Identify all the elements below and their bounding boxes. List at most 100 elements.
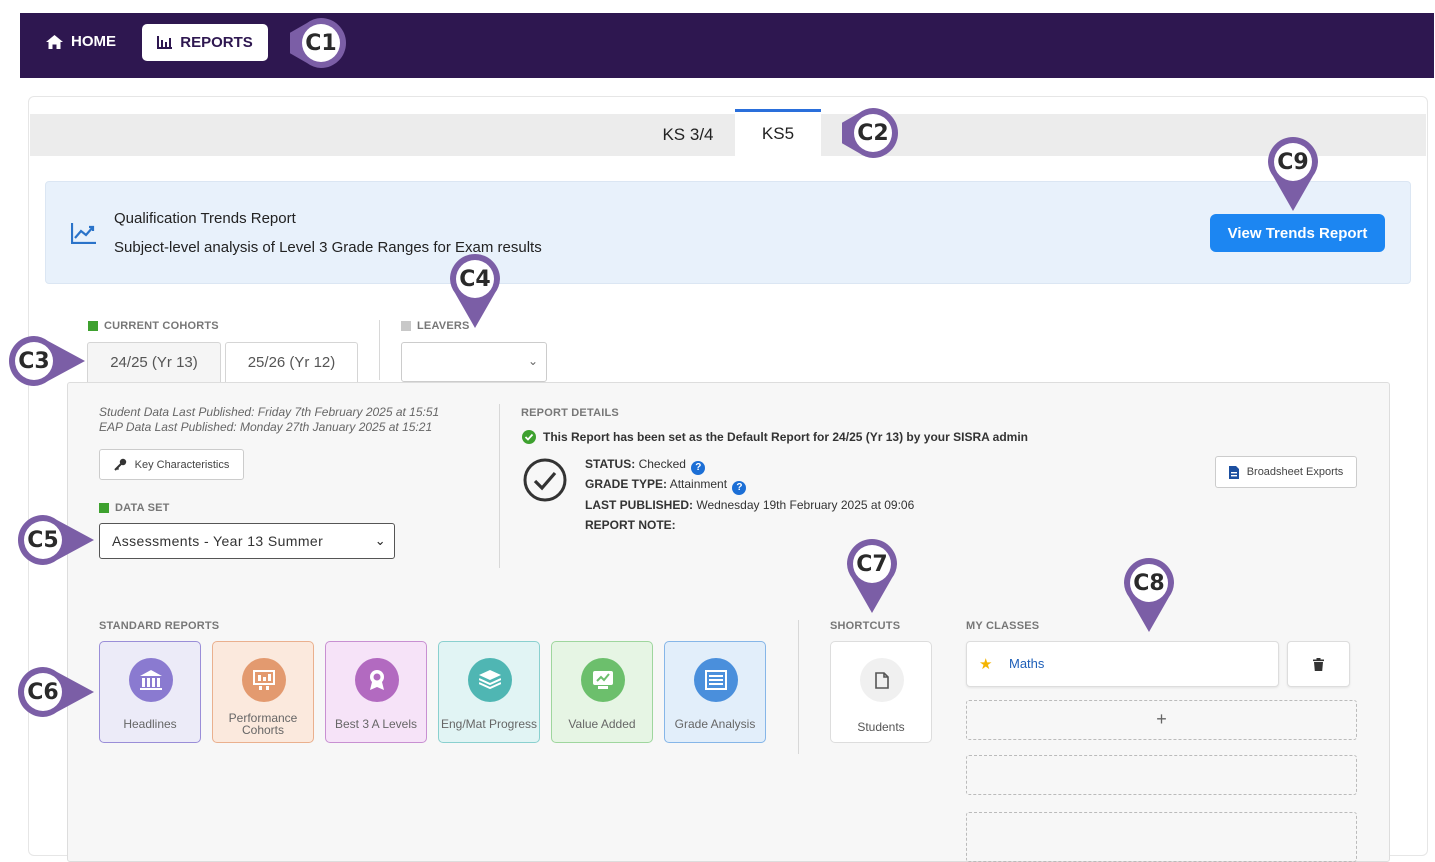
help-icon[interactable]: ? bbox=[691, 460, 706, 475]
callout-c3: C3 bbox=[5, 332, 85, 390]
data-set-value: Assessments - Year 13 Summer bbox=[112, 533, 324, 549]
report-tile-label: Eng/Mat Progress bbox=[440, 717, 538, 731]
report-tile-label: Performance Cohorts bbox=[228, 711, 298, 737]
report-tile-eng-mat-progress[interactable]: Eng/Mat Progress bbox=[438, 641, 540, 743]
callout-c8: C8 bbox=[1120, 554, 1178, 632]
green-marker-icon bbox=[88, 321, 98, 331]
tab-ks34-label: KS 3/4 bbox=[662, 125, 714, 144]
report-note-line: REPORT NOTE: bbox=[585, 518, 676, 532]
file-icon bbox=[860, 658, 904, 702]
cohort-tab-2526[interactable]: 25/26 (Yr 12) bbox=[225, 342, 358, 382]
empty-class-slot[interactable] bbox=[966, 755, 1357, 795]
cohort-divider bbox=[379, 320, 380, 380]
trash-icon bbox=[1313, 657, 1324, 671]
presentation-icon bbox=[242, 658, 286, 702]
callout-label: C2 bbox=[857, 120, 889, 146]
empty-class-slot[interactable] bbox=[966, 812, 1357, 862]
report-tile-label: Headlines bbox=[123, 717, 177, 731]
callout-c9: C9 bbox=[1264, 133, 1322, 211]
file-export-icon bbox=[1228, 465, 1239, 479]
callout-label: C3 bbox=[18, 348, 50, 374]
trend-chart-icon bbox=[71, 223, 96, 244]
grey-marker-icon bbox=[401, 321, 411, 331]
last-published-line: LAST PUBLISHED: Wednesday 19th February … bbox=[585, 498, 914, 512]
callout-label: C7 bbox=[856, 551, 888, 577]
view-trends-report-button[interactable]: View Trends Report bbox=[1210, 214, 1385, 252]
callout-label: C8 bbox=[1133, 570, 1165, 596]
callout-c6: C6 bbox=[14, 663, 95, 721]
chevron-down-icon: ⌄ bbox=[527, 354, 538, 368]
broadsheet-exports-button[interactable]: Broadsheet Exports bbox=[1215, 456, 1357, 488]
board-icon bbox=[581, 658, 625, 702]
report-tile-best-3-a-levels[interactable]: Best 3 A Levels bbox=[325, 641, 427, 743]
tab-ks5[interactable]: KS5 bbox=[735, 109, 821, 156]
current-cohorts-label: CURRENT COHORTS bbox=[88, 320, 219, 332]
bar-chart-icon bbox=[157, 36, 173, 49]
leavers-select[interactable]: ⌄ bbox=[401, 342, 547, 382]
status-line: STATUS: Checked ? bbox=[585, 457, 706, 475]
eap-data-published: EAP Data Last Published: Monday 27th Jan… bbox=[99, 420, 433, 434]
status-key: STATUS: bbox=[585, 457, 636, 471]
checked-status-icon bbox=[523, 458, 567, 502]
chevron-down-icon: ⌄ bbox=[374, 533, 386, 548]
student-data-published: Student Data Last Published: Friday 7th … bbox=[99, 405, 440, 419]
delete-class-button[interactable] bbox=[1287, 641, 1350, 687]
callout-label: C1 bbox=[305, 30, 337, 56]
class-name: Maths bbox=[1009, 656, 1045, 671]
tab-ks34[interactable]: KS 3/4 bbox=[640, 114, 736, 156]
broadsheet-exports-label: Broadsheet Exports bbox=[1246, 466, 1344, 478]
callout-c5: C5 bbox=[14, 511, 95, 569]
standard-reports-heading: STANDARD REPORTS bbox=[99, 620, 219, 632]
report-tile-label: Best 3 A Levels bbox=[334, 717, 418, 731]
my-classes-heading: MY CLASSES bbox=[966, 620, 1039, 632]
shortcuts-text: SHORTCUTS bbox=[830, 620, 901, 632]
add-class-slot[interactable]: + bbox=[966, 700, 1357, 740]
report-note-key: REPORT NOTE: bbox=[585, 518, 676, 532]
nav-reports-button[interactable]: REPORTS bbox=[142, 24, 268, 61]
shortcut-tile-students[interactable]: Students bbox=[830, 641, 932, 743]
standard-reports-text: STANDARD REPORTS bbox=[99, 620, 220, 632]
nav-home-label: HOME bbox=[71, 33, 116, 50]
my-classes-text: MY CLASSES bbox=[966, 620, 1040, 632]
report-tile-value-added[interactable]: Value Added bbox=[551, 641, 653, 743]
layers-icon bbox=[468, 658, 512, 702]
tab-ks5-label: KS5 bbox=[761, 124, 795, 143]
default-notice-text: This Report has been set as the Default … bbox=[543, 430, 1029, 444]
key-icon bbox=[113, 458, 126, 471]
nav-reports-label: REPORTS bbox=[180, 34, 253, 51]
class-item-maths[interactable]: ★ Maths bbox=[966, 641, 1279, 687]
report-tile-performance-cohorts[interactable]: Performance Cohorts bbox=[212, 641, 314, 743]
default-report-notice: This Report has been set as the Default … bbox=[522, 430, 1028, 444]
callout-label: C6 bbox=[27, 679, 59, 705]
check-circle-icon bbox=[522, 430, 536, 444]
help-icon[interactable]: ? bbox=[732, 480, 747, 495]
grade-type-value: Attainment bbox=[669, 477, 728, 491]
shortcuts-divider bbox=[798, 620, 799, 754]
key-characteristics-button[interactable]: Key Characteristics bbox=[99, 449, 244, 480]
star-icon[interactable]: ★ bbox=[979, 655, 992, 673]
home-icon bbox=[46, 34, 63, 49]
shortcuts-heading: SHORTCUTS bbox=[830, 620, 900, 632]
report-tile-label: Grade Analysis bbox=[674, 717, 756, 731]
callout-c4: C4 bbox=[446, 250, 504, 328]
data-set-select[interactable]: Assessments - Year 13 Summer ⌄ bbox=[99, 523, 395, 559]
building-icon bbox=[129, 658, 173, 702]
callout-label: C9 bbox=[1277, 149, 1309, 175]
plus-icon: + bbox=[1156, 709, 1167, 729]
callout-label: C4 bbox=[459, 266, 491, 292]
callout-c1: C1 bbox=[290, 14, 348, 72]
report-details-heading: REPORT DETAILS bbox=[521, 407, 619, 419]
nav-home-link[interactable]: HOME bbox=[46, 33, 116, 50]
report-tile-grade-analysis[interactable]: Grade Analysis bbox=[664, 641, 766, 743]
data-set-text: DATA SET bbox=[115, 502, 170, 514]
green-marker-icon bbox=[99, 503, 109, 513]
grade-type-key: GRADE TYPE: bbox=[585, 477, 668, 491]
callout-c2: C2 bbox=[842, 104, 900, 162]
abacus-icon bbox=[694, 658, 738, 702]
key-characteristics-label: Key Characteristics bbox=[134, 458, 230, 471]
report-tile-headlines[interactable]: Headlines bbox=[99, 641, 201, 743]
report-details-text: REPORT DETAILS bbox=[521, 407, 619, 419]
last-published-key: LAST PUBLISHED: bbox=[585, 498, 693, 512]
cohort-tab-2425[interactable]: 24/25 (Yr 13) bbox=[87, 342, 221, 382]
last-published-value: Wednesday 19th February 2025 at 09:06 bbox=[696, 498, 915, 512]
